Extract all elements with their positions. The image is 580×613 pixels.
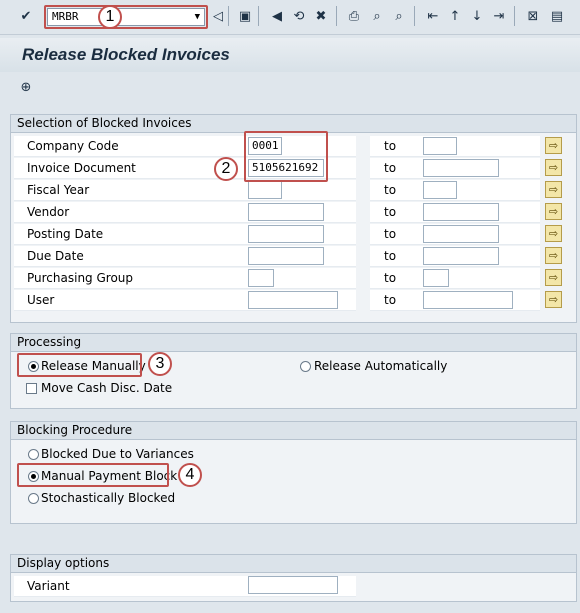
to-label: to [384,227,397,241]
execute-icon[interactable]: ⊕ [17,78,35,96]
selection-to-input[interactable] [423,291,513,309]
previous-page-icon[interactable]: ↑ [446,7,464,25]
last-page-icon[interactable]: ⇥ [490,7,508,25]
selection-row-label: Due Date [27,249,84,263]
save-icon[interactable]: ▣ [236,7,254,25]
find-next-icon[interactable]: ⌕ [390,7,408,25]
release-automatically-label[interactable]: Release Automatically [314,358,447,374]
variant-input[interactable] [248,576,338,594]
exit-icon[interactable]: ⟲ [290,7,308,25]
highlight-2 [244,131,328,182]
to-label: to [384,249,397,263]
new-session-icon[interactable]: ⊠ [524,7,542,25]
selection-from-input[interactable] [248,203,324,221]
selection-from-input[interactable] [248,247,324,265]
selection-from-input[interactable] [248,181,282,199]
to-label: to [384,183,397,197]
to-label: to [384,271,397,285]
selection-from-input[interactable] [248,269,274,287]
to-label: to [384,139,397,153]
selection-row-label: Purchasing Group [27,271,134,285]
selection-row-label: User [27,293,55,307]
stochastically-blocked-radio[interactable] [28,493,39,504]
to-label: to [384,205,397,219]
selection-row-label: Vendor [27,205,70,219]
find-icon[interactable]: ⌕ [368,7,386,25]
selection-row-label: Posting Date [27,227,104,241]
page-title: Release Blocked Invoices [22,45,230,64]
back-icon[interactable]: ◀ [268,7,286,25]
step-badge-4: 4 [178,463,202,487]
selection-to-input[interactable] [423,181,457,199]
display-options-header: Display options [11,555,576,573]
blocked-variances-label[interactable]: Blocked Due to Variances [41,446,194,462]
blocking-group-header: Blocking Procedure [11,422,576,440]
multiple-selection-arrow-icon[interactable]: ⇨ [545,181,562,198]
selection-row-label: Company Code [27,139,119,153]
blocked-variances-radio[interactable] [28,449,39,460]
multiple-selection-arrow-icon[interactable]: ⇨ [545,159,562,176]
processing-group-header: Processing [11,334,576,352]
variant-label: Variant [27,579,70,593]
selection-to-input[interactable] [423,137,457,155]
enter-icon[interactable]: ✔ [17,7,35,25]
step-badge-1: 1 [98,5,122,29]
selection-from-input[interactable] [248,291,338,309]
first-page-icon[interactable]: ⇤ [424,7,442,25]
selection-to-input[interactable] [423,159,499,177]
move-cash-disc-checkbox[interactable] [26,383,37,394]
multiple-selection-arrow-icon[interactable]: ⇨ [545,203,562,220]
print-icon[interactable]: ⎙ [345,7,363,25]
selection-from-input[interactable] [248,225,324,243]
multiple-selection-arrow-icon[interactable]: ⇨ [545,269,562,286]
step-badge-3: 3 [148,352,172,376]
next-page-icon[interactable]: ↓ [468,7,486,25]
stochastically-blocked-label[interactable]: Stochastically Blocked [41,490,175,506]
selection-row-label: Fiscal Year [27,183,90,197]
release-automatically-radio[interactable] [300,361,311,372]
multiple-selection-arrow-icon[interactable]: ⇨ [545,247,562,264]
step-badge-2: 2 [214,157,238,181]
shortcut-icon[interactable]: ▤ [548,7,566,25]
highlight-1 [44,5,208,29]
multiple-selection-arrow-icon[interactable]: ⇨ [545,291,562,308]
selection-to-input[interactable] [423,203,499,221]
multiple-selection-arrow-icon[interactable]: ⇨ [545,137,562,154]
application-toolbar: ⊕ [0,72,580,102]
selection-row-label: Invoice Document [27,161,136,175]
highlight-4 [17,463,169,487]
collapse-icon[interactable]: ◁ [209,7,227,25]
cancel-icon[interactable]: ✖ [312,7,330,25]
selection-to-input[interactable] [423,225,499,243]
multiple-selection-arrow-icon[interactable]: ⇨ [545,225,562,242]
selection-to-input[interactable] [423,247,499,265]
move-cash-disc-label[interactable]: Move Cash Disc. Date [41,380,172,396]
selection-to-input[interactable] [423,269,449,287]
to-label: to [384,161,397,175]
title-bar: Release Blocked Invoices [0,38,580,72]
to-label: to [384,293,397,307]
highlight-3 [17,353,142,377]
